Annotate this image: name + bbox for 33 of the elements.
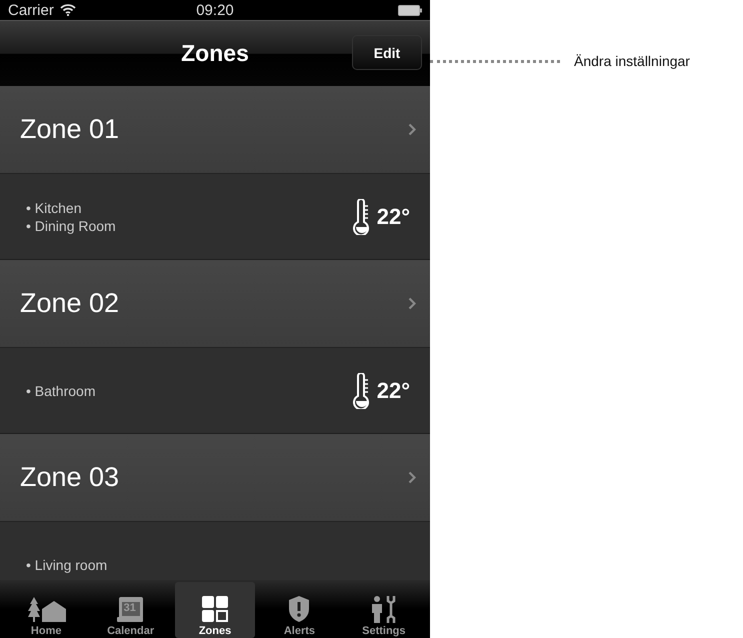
zone-name: Zone 02 (20, 288, 120, 319)
room-label: • Kitchen (26, 200, 82, 216)
chevron-icon (408, 471, 416, 484)
chevron-icon (408, 123, 416, 136)
temperature-reading: 22° (376, 378, 410, 404)
home-icon (26, 595, 66, 623)
battery-icon (398, 4, 422, 16)
zone-header[interactable]: Zone 01 (0, 86, 430, 174)
carrier-label: Carrier (8, 2, 54, 18)
tab-button[interactable]: 31 Calendar (90, 582, 171, 638)
room-label: • Dining Room (26, 218, 116, 234)
clock-time: 09:20 (196, 2, 234, 18)
shield-icon (287, 595, 312, 623)
zone-header[interactable]: Zone 02 (0, 260, 430, 348)
edit-button[interactable]: Edit (352, 35, 422, 70)
thermometer-icon (352, 198, 371, 234)
zone-header[interactable]: Zone 03 (0, 434, 430, 522)
thermometer-icon (352, 372, 371, 408)
annotation-label: Ändra inställningar (574, 53, 690, 69)
zone-name: Zone 03 (20, 462, 120, 493)
room-label: • Living room (26, 556, 108, 572)
wifi-icon (60, 4, 76, 16)
tab-button[interactable]: Settings (344, 582, 424, 638)
calendar-day-number: 31 (124, 602, 136, 614)
grid-icon (201, 595, 230, 623)
zone-name: Zone 01 (20, 114, 120, 145)
chevron-icon (408, 297, 416, 310)
screen-title: Zones (181, 40, 249, 67)
tab-button[interactable]: Home (6, 582, 86, 638)
tab-button[interactable]: Zones (174, 582, 256, 638)
temperature-reading: 22° (376, 204, 410, 230)
tab-button[interactable]: Alerts (259, 582, 340, 638)
room-label: • Bathroom (26, 382, 96, 398)
